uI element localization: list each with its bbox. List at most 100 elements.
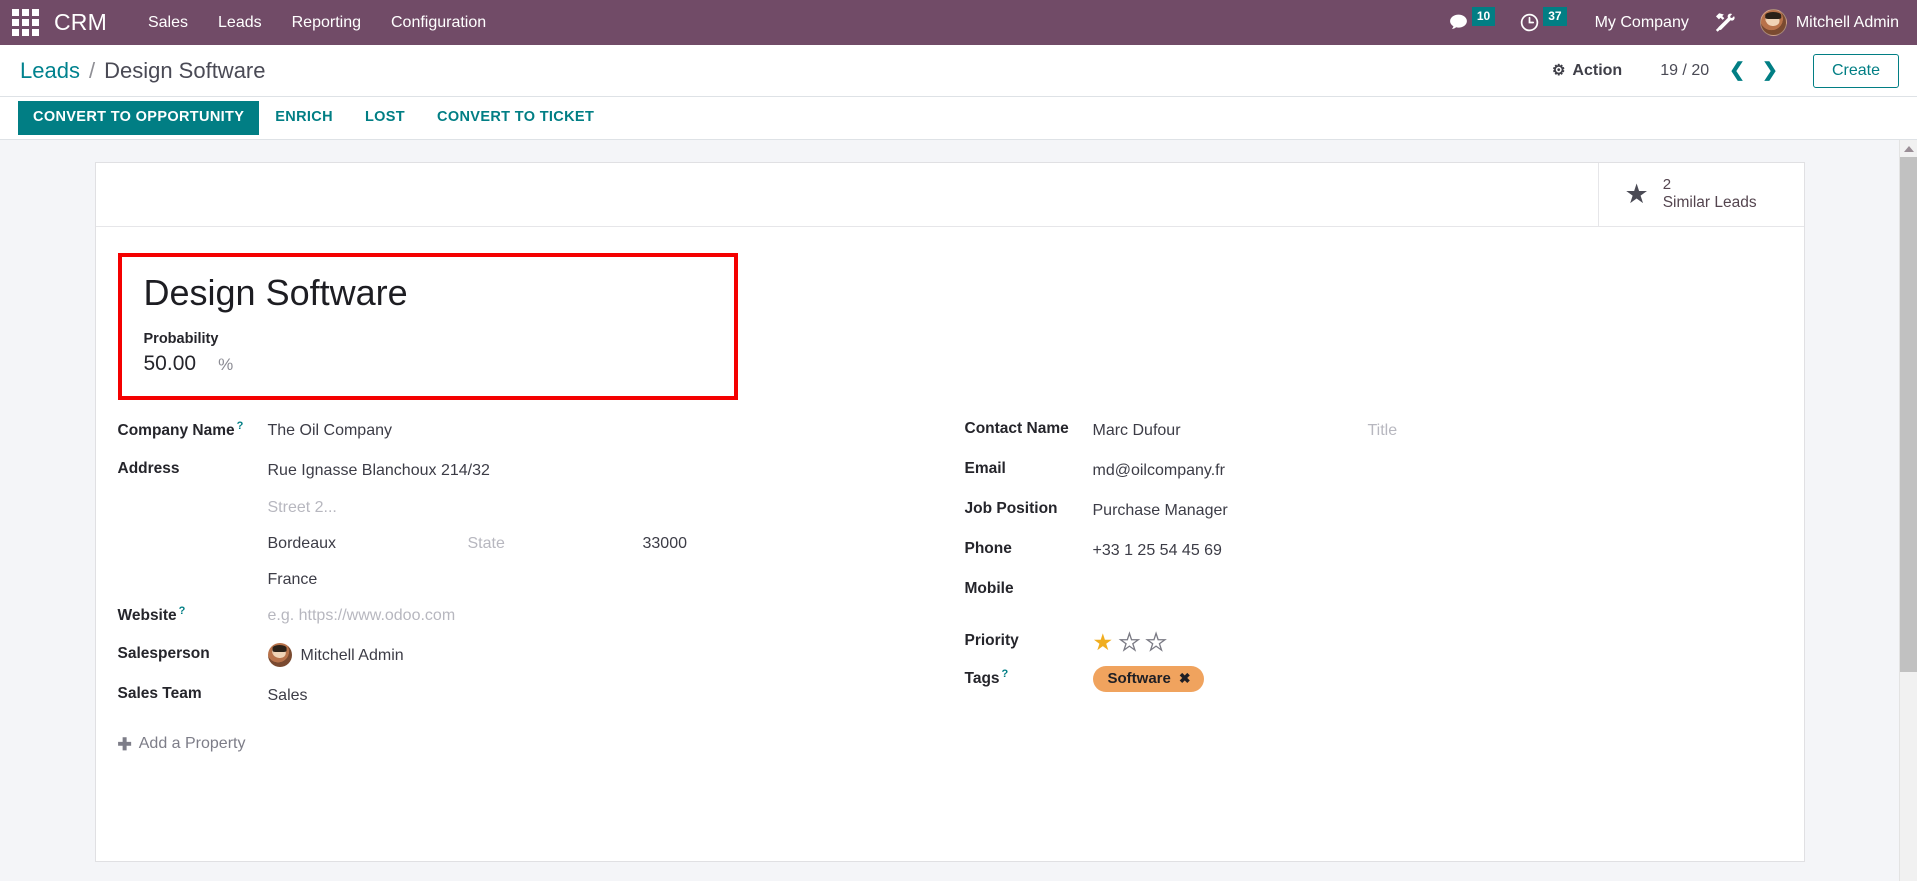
- create-button[interactable]: Create: [1812, 53, 1899, 88]
- form-column-right: Contact Name Marc Dufour Title Email md@…: [965, 412, 1782, 717]
- star-icon: ★: [1624, 179, 1649, 209]
- tag-software[interactable]: Software ✖: [1092, 666, 1204, 693]
- page-title[interactable]: Design Software: [144, 272, 712, 313]
- lost-button[interactable]: LOST: [349, 101, 421, 135]
- avatar: [267, 643, 292, 668]
- priority-star-2[interactable]: ★: [1118, 630, 1140, 654]
- help-icon[interactable]: ?: [179, 605, 186, 617]
- stat-button-text: 2 Similar Leads: [1663, 176, 1757, 213]
- convert-to-ticket-button[interactable]: CONVERT TO TICKET: [421, 101, 610, 135]
- contact-title-input[interactable]: Title: [1368, 418, 1398, 442]
- job-position-input[interactable]: Purchase Manager: [1093, 498, 1228, 522]
- field-company-name: Company Name? The Oil Company: [118, 412, 935, 452]
- apps-grid-icon[interactable]: [6, 4, 44, 42]
- address-country-input[interactable]: France: [268, 567, 935, 591]
- contact-name-input[interactable]: Marc Dufour: [1093, 418, 1368, 442]
- scrollbar-thumb[interactable]: [1900, 157, 1917, 672]
- clock-icon: [1520, 13, 1539, 32]
- scroll-up-arrow-icon[interactable]: [1900, 140, 1917, 157]
- address-state-input[interactable]: State: [468, 531, 643, 555]
- field-sales-team: Sales Team Sales: [118, 677, 935, 717]
- salesperson-label: Salesperson: [117, 645, 210, 663]
- pager-previous-button[interactable]: ❮: [1722, 59, 1752, 82]
- enrich-button[interactable]: ENRICH: [259, 101, 349, 135]
- field-salesperson: Salesperson Mitchell Admin: [118, 637, 935, 677]
- activities-button[interactable]: 37: [1509, 0, 1580, 45]
- website-input[interactable]: e.g. https://www.odoo.com: [268, 603, 456, 627]
- form-columns: Company Name? The Oil Company Address Ru…: [96, 400, 1804, 717]
- close-icon[interactable]: ✖: [1179, 670, 1191, 687]
- priority-stars: ★ ★ ★: [1093, 630, 1168, 654]
- address-lines: Rue Ignasse Blanchoux 214/32 Street 2...…: [268, 458, 935, 591]
- sheet-scroll-area: ★ 2 Similar Leads Design Software Probab…: [0, 140, 1899, 881]
- probability-input[interactable]: 50.00: [144, 352, 197, 376]
- record-action-buttons: CONVERT TO OPPORTUNITY ENRICH LOST CONVE…: [0, 97, 1917, 140]
- pager: 19 / 20 ❮ ❯: [1660, 59, 1785, 82]
- help-icon[interactable]: ?: [237, 420, 244, 432]
- menu-item-configuration[interactable]: Configuration: [376, 0, 501, 45]
- convert-to-opportunity-button[interactable]: CONVERT TO OPPORTUNITY: [18, 101, 260, 135]
- website-label: Website?: [118, 603, 268, 625]
- address-street2-input[interactable]: Street 2...: [268, 495, 935, 519]
- mobile-label: Mobile: [964, 580, 1014, 598]
- field-mobile: Mobile: [965, 572, 1782, 612]
- vertical-scrollbar[interactable]: [1899, 140, 1917, 881]
- similar-leads-label: Similar Leads: [1662, 194, 1757, 212]
- breadcrumb-current: Design Software: [104, 57, 266, 83]
- chat-bubble-icon: [1449, 14, 1467, 30]
- address-zip-input[interactable]: 33000: [643, 531, 688, 555]
- job-position-label: Job Position: [964, 500, 1058, 518]
- company-name-label: Company Name?: [118, 418, 268, 440]
- breadcrumb: Leads / Design Software: [20, 58, 266, 84]
- field-phone: Phone +33 1 25 54 45 69: [965, 532, 1782, 572]
- company-name-label-text: Company Name: [117, 422, 235, 440]
- wrench-screwdriver-icon: [1715, 13, 1735, 32]
- menu-item-reporting[interactable]: Reporting: [277, 0, 376, 45]
- similar-leads-count: 2: [1662, 175, 1672, 193]
- form-view-container: CONVERT TO OPPORTUNITY ENRICH LOST CONVE…: [0, 97, 1917, 881]
- sales-team-value[interactable]: Sales: [268, 683, 308, 707]
- priority-star-1[interactable]: ★: [1093, 631, 1114, 654]
- add-a-property-button[interactable]: ✚ Add a Property: [118, 735, 246, 753]
- developer-tools-button[interactable]: [1703, 0, 1750, 45]
- field-priority: Priority ★ ★ ★: [965, 612, 1782, 660]
- navbar-right-tools: 10 37 My Company Mitchell Admin: [1438, 0, 1903, 45]
- email-label: Email: [964, 460, 1006, 478]
- phone-label: Phone: [964, 540, 1012, 558]
- gear-icon: ⚙: [1551, 62, 1566, 79]
- action-button[interactable]: ⚙ Action: [1542, 56, 1632, 86]
- user-menu[interactable]: Mitchell Admin: [1750, 9, 1903, 36]
- control-panel: Leads / Design Software ⚙ Action 19 / 20…: [0, 45, 1917, 97]
- phone-input[interactable]: +33 1 25 54 45 69: [1093, 538, 1222, 562]
- contact-name-label: Contact Name: [964, 420, 1069, 438]
- probability-percent-sign: %: [218, 355, 234, 375]
- address-city-input[interactable]: Bordeaux: [268, 531, 468, 555]
- address-city-state-zip-row: Bordeaux State 33000: [268, 531, 935, 555]
- tag-label: Software: [1107, 670, 1171, 688]
- field-contact-name: Contact Name Marc Dufour Title: [965, 412, 1782, 452]
- stat-button-similar-leads[interactable]: ★ 2 Similar Leads: [1597, 163, 1804, 226]
- priority-star-3[interactable]: ★: [1145, 630, 1167, 654]
- sales-team-label: Sales Team: [117, 685, 202, 703]
- plus-icon: ✚: [117, 734, 132, 754]
- app-brand-crm[interactable]: CRM: [54, 9, 107, 36]
- pager-next-button[interactable]: ❯: [1755, 59, 1785, 82]
- title-highlight-box: Design Software Probability 50.00 %: [117, 253, 738, 401]
- company-switcher[interactable]: My Company: [1581, 14, 1703, 32]
- address-street-input[interactable]: Rue Ignasse Blanchoux 214/32: [268, 458, 935, 482]
- salesperson-value-wrap[interactable]: Mitchell Admin: [267, 643, 404, 668]
- menu-item-sales[interactable]: Sales: [133, 0, 203, 45]
- top-navbar: CRM Sales Leads Reporting Configuration …: [0, 0, 1917, 45]
- add-a-property-label: Add a Property: [138, 735, 246, 753]
- stat-button-box: ★ 2 Similar Leads: [95, 163, 1804, 227]
- menu-item-leads[interactable]: Leads: [203, 0, 277, 45]
- email-input[interactable]: md@oilcompany.fr: [1093, 458, 1225, 482]
- breadcrumb-leads[interactable]: Leads: [20, 58, 80, 84]
- priority-label: Priority: [964, 632, 1019, 650]
- company-name-value[interactable]: The Oil Company: [268, 418, 393, 442]
- messages-button[interactable]: 10: [1438, 0, 1509, 45]
- help-icon[interactable]: ?: [1002, 668, 1009, 680]
- main-menu: Sales Leads Reporting Configuration: [133, 0, 501, 45]
- record-sheet: ★ 2 Similar Leads Design Software Probab…: [94, 162, 1805, 862]
- field-tags: Tags? Software ✖: [965, 660, 1782, 700]
